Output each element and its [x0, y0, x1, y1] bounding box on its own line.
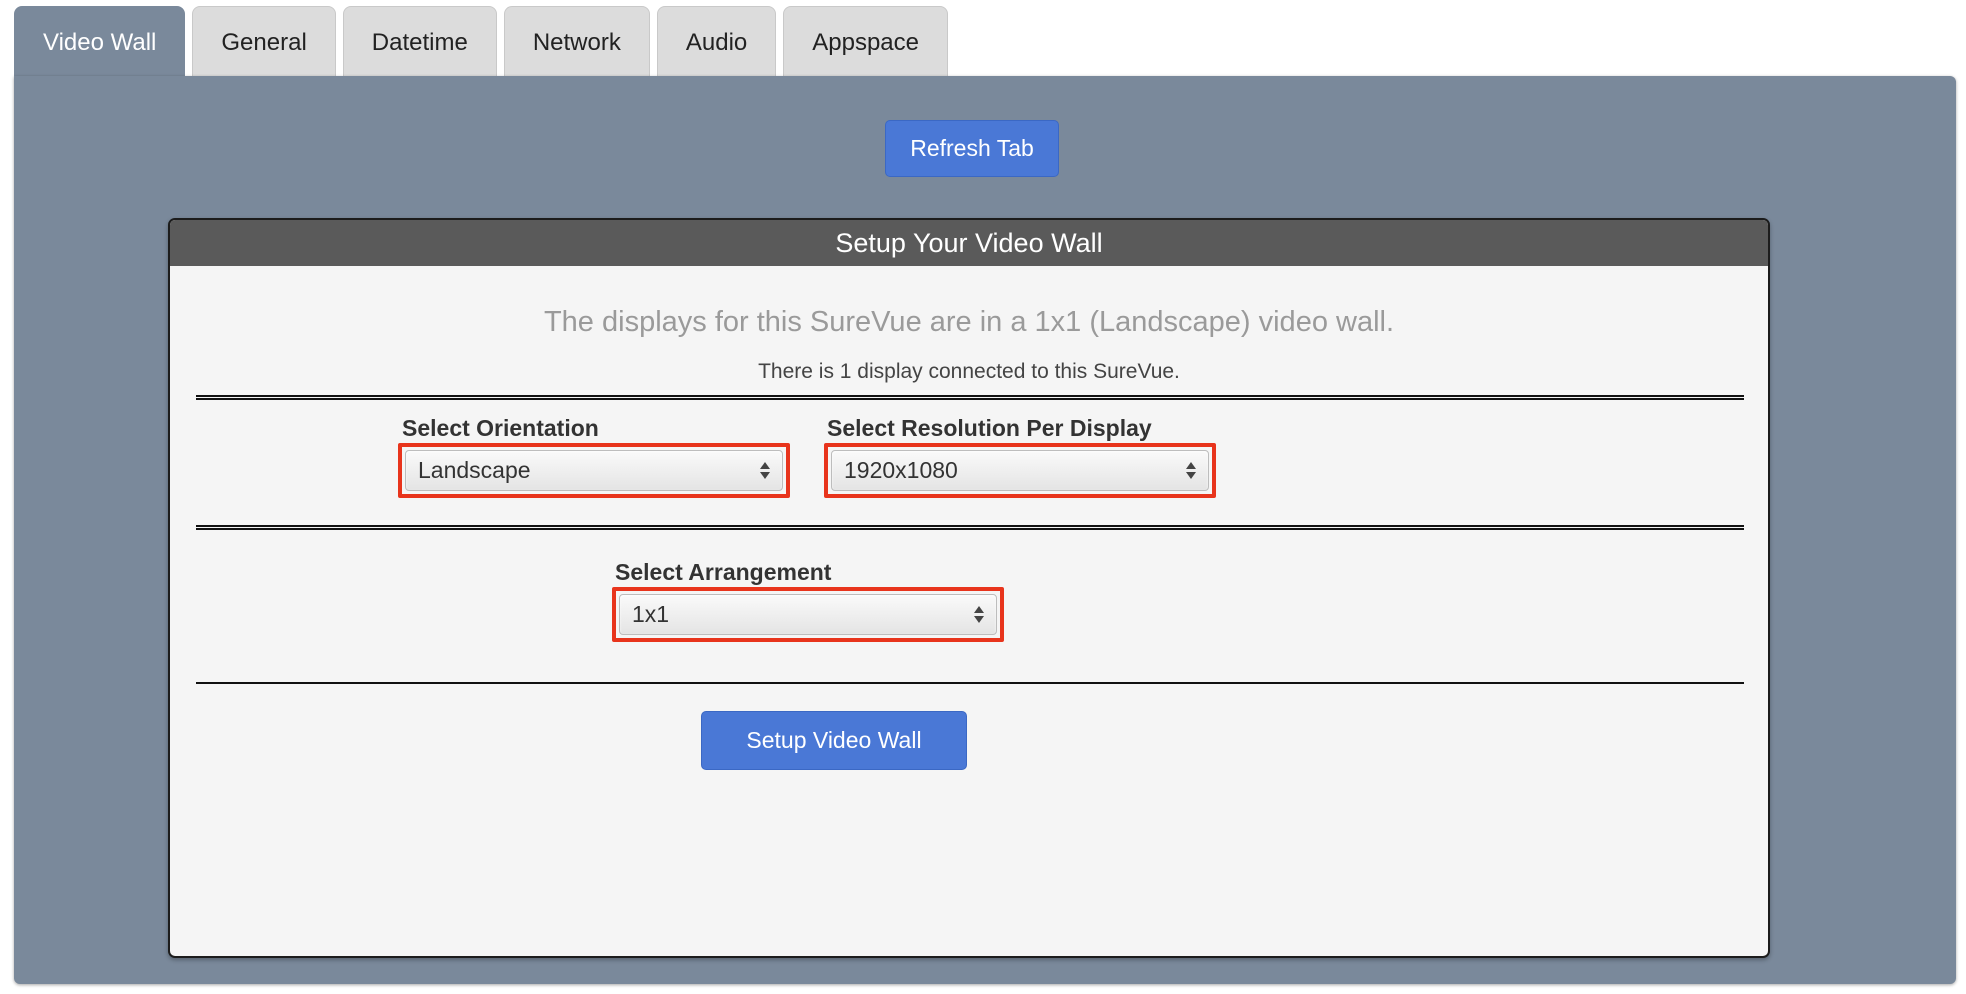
refresh-tab-button[interactable]: Refresh Tab	[885, 120, 1059, 177]
tab-general[interactable]: General	[192, 6, 336, 78]
tab-bar: Video Wall General Datetime Network Audi…	[14, 6, 948, 78]
tab-audio[interactable]: Audio	[656, 6, 777, 78]
orientation-select[interactable]: Landscape	[405, 450, 783, 491]
select-arrows-icon	[1186, 462, 1196, 479]
arrangement-select[interactable]: 1x1	[619, 594, 997, 635]
divider	[196, 525, 1744, 530]
select-arrows-icon	[974, 606, 984, 623]
resolution-label: Select Resolution Per Display	[827, 415, 1152, 441]
setup-video-wall-button[interactable]: Setup Video Wall	[701, 711, 967, 770]
tab-appspace[interactable]: Appspace	[783, 6, 948, 78]
orientation-label: Select Orientation	[402, 415, 599, 441]
select-arrows-icon	[760, 462, 770, 479]
display-count-text: There is 1 display connected to this Sur…	[758, 360, 1180, 383]
orientation-highlight: Landscape	[398, 443, 790, 498]
resolution-select[interactable]: 1920x1080	[831, 450, 1209, 491]
card-title: Setup Your Video Wall	[170, 220, 1768, 266]
setup-video-wall-card: Setup Your Video Wall The displays for t…	[168, 218, 1770, 958]
arrangement-value: 1x1	[632, 601, 670, 627]
arrangement-label: Select Arrangement	[615, 559, 832, 585]
tab-datetime[interactable]: Datetime	[342, 6, 497, 78]
video-wall-summary: The displays for this SureVue are in a 1…	[543, 306, 1395, 338]
video-wall-panel: Refresh Tab Setup Your Video Wall The di…	[14, 76, 1956, 984]
arrangement-highlight: 1x1	[612, 587, 1004, 642]
tab-network[interactable]: Network	[503, 6, 650, 78]
divider	[196, 682, 1744, 684]
resolution-highlight: 1920x1080	[824, 443, 1216, 498]
divider	[196, 395, 1744, 400]
resolution-value: 1920x1080	[844, 457, 958, 483]
tab-video-wall[interactable]: Video Wall	[14, 6, 186, 78]
orientation-value: Landscape	[418, 457, 531, 483]
